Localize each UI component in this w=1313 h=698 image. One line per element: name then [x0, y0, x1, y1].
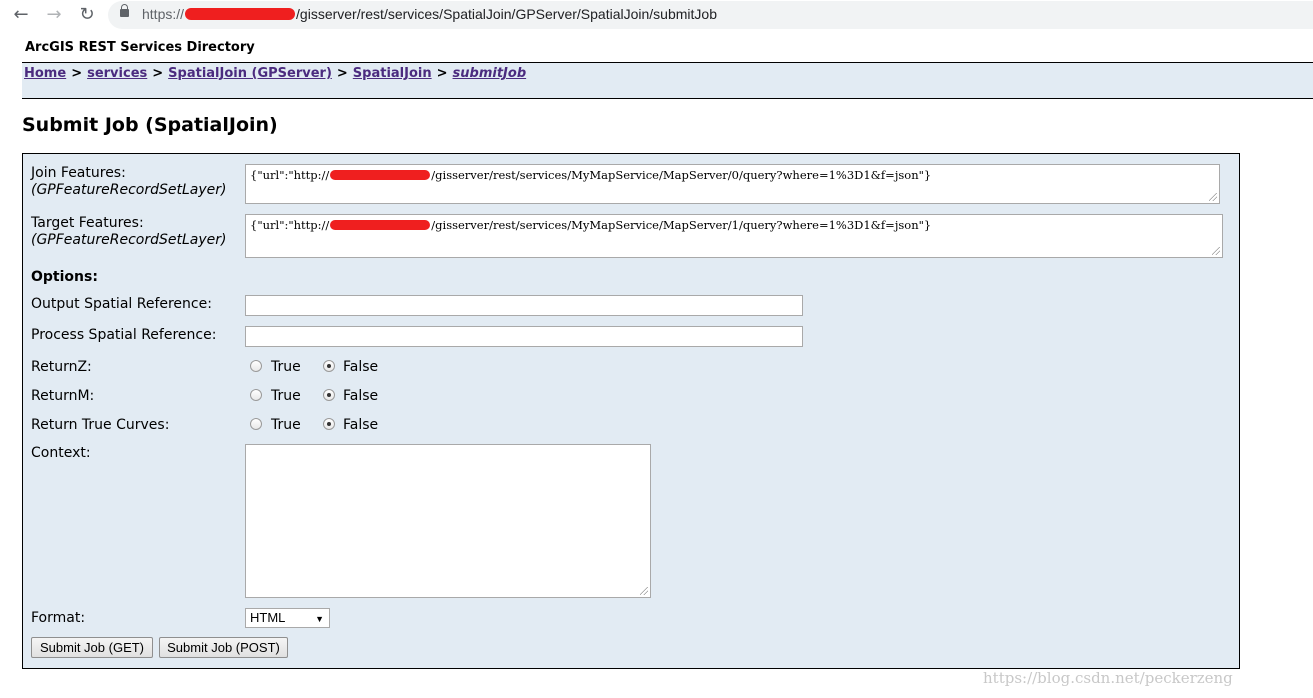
process-sr-label: Process Spatial Reference: [31, 327, 217, 343]
returnm-false-label: False [343, 388, 379, 404]
submit-job-get-button[interactable]: Submit Job (GET) [31, 637, 153, 658]
browser-toolbar: ← → ↻ https:///gisserver/rest/services/S… [0, 0, 1313, 30]
returnz-label: ReturnZ: [31, 359, 92, 375]
resize-grip-icon[interactable] [1212, 247, 1220, 255]
format-select[interactable]: HTML ▼ [245, 608, 330, 628]
reload-icon[interactable]: ↻ [76, 4, 98, 26]
watermark: https://blog.csdn.net/peckerzeng [983, 669, 1233, 687]
return-true-curves-label: Return True Curves: [31, 417, 170, 433]
directory-title: ArcGIS REST Services Directory [25, 40, 255, 55]
breadcrumb-services-link[interactable]: services [87, 66, 147, 81]
output-sr-label: Output Spatial Reference: [31, 296, 212, 312]
returnz-true-label: True [271, 359, 301, 375]
dropdown-arrow-icon: ▼ [315, 614, 324, 624]
target-features-textarea[interactable]: {"url":"http:///gisserver/rest/services/… [245, 214, 1223, 258]
context-label: Context: [31, 445, 91, 461]
page-title: Submit Job (SpatialJoin) [22, 114, 278, 136]
lock-icon [120, 4, 129, 17]
back-arrow-icon[interactable]: ← [10, 4, 32, 26]
returnm-true-radio[interactable] [250, 389, 262, 401]
returnm-true-label: True [271, 388, 301, 404]
breadcrumb-task-link[interactable]: SpatialJoin [353, 66, 432, 81]
output-sr-input[interactable] [245, 295, 803, 316]
breadcrumb-current-link[interactable]: submitJob [453, 66, 527, 81]
redaction-mark [330, 220, 431, 230]
format-label: Format: [31, 610, 86, 626]
join-features-label: Join Features: (GPFeatureRecordSetLayer) [31, 165, 227, 198]
return-true-curves-false-radio[interactable] [323, 418, 335, 430]
address-bar[interactable]: https:///gisserver/rest/services/Spatial… [108, 1, 1313, 29]
join-features-textarea[interactable]: {"url":"http:///gisserver/rest/services/… [245, 164, 1220, 204]
breadcrumb-gpserver-link[interactable]: SpatialJoin (GPServer) [168, 66, 332, 81]
breadcrumb-separator: > [71, 66, 83, 81]
target-features-label: Target Features: (GPFeatureRecordSetLayer… [31, 215, 227, 248]
forward-arrow-icon[interactable]: → [43, 4, 65, 26]
breadcrumb-separator: > [152, 66, 164, 81]
breadcrumb: Home > services > SpatialJoin (GPServer) > Spa… [22, 62, 1313, 99]
returnz-false-label: False [343, 359, 379, 375]
resize-grip-icon[interactable] [1209, 193, 1217, 201]
return-true-curves-true-label: True [271, 417, 301, 433]
options-heading: Options: [31, 269, 98, 285]
breadcrumb-separator: > [436, 66, 448, 81]
resize-grip-icon[interactable] [640, 587, 648, 595]
redaction-mark [330, 170, 431, 180]
return-true-curves-false-label: False [343, 417, 379, 433]
return-true-curves-true-radio[interactable] [250, 418, 262, 430]
returnm-label: ReturnM: [31, 388, 95, 404]
url-text: https:///gisserver/rest/services/Spatial… [142, 6, 717, 22]
returnm-false-radio[interactable] [323, 389, 335, 401]
context-textarea[interactable] [245, 444, 651, 598]
redaction-mark [185, 8, 296, 20]
submit-job-post-button[interactable]: Submit Job (POST) [159, 637, 288, 658]
returnz-true-radio[interactable] [250, 360, 262, 372]
breadcrumb-separator: > [336, 66, 348, 81]
breadcrumb-home-link[interactable]: Home [24, 66, 66, 81]
returnz-false-radio[interactable] [323, 360, 335, 372]
submit-job-form: Join Features: (GPFeatureRecordSetLayer) … [22, 153, 1240, 669]
process-sr-input[interactable] [245, 326, 803, 347]
